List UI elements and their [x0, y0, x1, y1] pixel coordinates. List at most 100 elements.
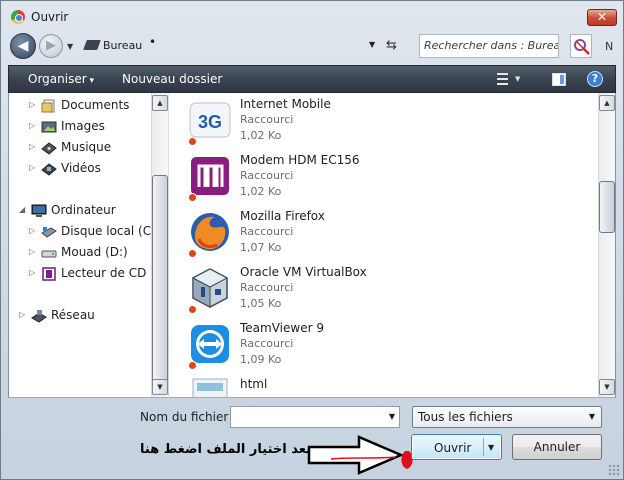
file-item-virtualbox[interactable]: Oracle VM VirtualBox Raccourci 1,05 Ko: [169, 261, 589, 317]
expand-arrow-icon[interactable]: ▷: [29, 100, 35, 109]
expand-arrow-icon[interactable]: ▷: [29, 142, 35, 151]
file-size: 1,02 Ko: [240, 185, 282, 198]
navigation-pane: ▷ Documents ▷ Images ▷ Musique ▷ Vidéos …: [8, 93, 168, 398]
scroll-thumb[interactable]: [599, 181, 615, 233]
3g-badge-text: 3G: [198, 112, 222, 132]
nav-item-label: Ordinateur: [51, 203, 116, 217]
scroll-thumb[interactable]: [152, 175, 168, 385]
filename-dropdown-icon[interactable]: ▼: [389, 412, 395, 421]
back-button[interactable]: ◀: [10, 33, 36, 59]
expand-arrow-icon[interactable]: ▷: [29, 247, 35, 256]
back-arrow-icon: ◀: [17, 38, 29, 54]
expand-arrow-icon[interactable]: ▷: [29, 121, 35, 130]
scroll-down-arrow-icon[interactable]: ▼: [599, 379, 615, 395]
shortcut-arrow-icon: [188, 193, 197, 202]
expand-arrow-icon[interactable]: ▷: [29, 268, 35, 277]
navigation-scrollbar[interactable]: ▲ ▼: [151, 93, 168, 397]
file-item-teamviewer[interactable]: TeamViewer 9 Raccourci 1,09 Ko: [169, 317, 589, 373]
network-icon: [31, 309, 47, 323]
scroll-up-arrow-icon[interactable]: ▲: [599, 95, 615, 111]
nav-item-label: Réseau: [51, 308, 95, 322]
search-overflow-text: N: [605, 40, 614, 53]
address-separator[interactable]: •: [149, 35, 156, 49]
scroll-down-arrow-icon[interactable]: ▼: [152, 379, 168, 395]
cancel-button[interactable]: Annuler: [512, 434, 602, 460]
file-type: Raccourci: [240, 113, 294, 126]
shortcut-arrow-icon: [188, 137, 197, 146]
command-bar: Organiser Nouveau dossier ▼ ?: [8, 65, 616, 93]
scroll-up-arrow-icon[interactable]: ▲: [152, 95, 168, 111]
address-location[interactable]: Bureau: [103, 39, 142, 52]
nav-item-label: Disque local (C:): [61, 224, 160, 238]
3g-icon: 3G: [187, 97, 233, 143]
file-item-firefox[interactable]: Mozilla Firefox Raccourci 1,07 Ko: [169, 205, 589, 261]
help-icon[interactable]: ?: [587, 71, 603, 87]
file-name: Modem HDM EC156: [240, 153, 360, 167]
desktop-folder-icon: [83, 40, 101, 50]
html-icon: [187, 377, 233, 397]
documents-icon: [41, 99, 57, 113]
images-icon: [41, 120, 57, 134]
disk-icon: [41, 246, 57, 260]
collapse-arrow-icon[interactable]: ◢: [19, 205, 25, 214]
file-list-pane: 3G Internet Mobile Raccourci 1,02 Ko Mod…: [169, 93, 616, 398]
shortcut-arrow-icon: [188, 249, 197, 258]
file-type: Raccourci: [240, 225, 294, 238]
teamviewer-icon: [187, 321, 233, 367]
chrome-icon: [11, 10, 25, 24]
music-icon: [41, 141, 57, 155]
resize-grip-icon[interactable]: [608, 464, 620, 476]
nav-item-label: Musique: [61, 140, 112, 154]
expand-arrow-icon[interactable]: ▷: [29, 226, 35, 235]
window-title: Ouvrir: [31, 10, 69, 24]
title-bar: Ouvrir ✕: [1, 1, 623, 31]
file-list-scrollbar[interactable]: ▲ ▼: [598, 93, 615, 397]
close-button[interactable]: ✕: [587, 9, 617, 26]
file-item-internet-mobile[interactable]: 3G Internet Mobile Raccourci 1,02 Ko: [169, 93, 589, 149]
address-dropdown-icon[interactable]: ▼: [369, 40, 375, 49]
address-bar[interactable]: Bureau • ▼ ⇆: [81, 35, 408, 57]
file-type: Raccourci: [240, 169, 294, 182]
virtualbox-icon: [187, 265, 233, 311]
expand-arrow-icon[interactable]: ▷: [29, 163, 35, 172]
open-button-divider: [483, 438, 484, 456]
nav-item-label: Images: [61, 119, 105, 133]
filetype-value: Tous les fichiers: [418, 410, 513, 424]
open-file-dialog: Ouvrir ✕ ◀ ▶ ▼ Bureau • ▼ ⇆ Rechercher d…: [0, 0, 624, 480]
nav-item-label: Documents: [61, 98, 130, 112]
preview-pane-icon[interactable]: [552, 73, 566, 86]
file-item-html[interactable]: html: [169, 373, 589, 397]
file-type: Raccourci: [240, 337, 294, 350]
filename-label: Nom du fichier :: [140, 410, 237, 424]
filetype-dropdown-icon: ▼: [588, 412, 595, 421]
forward-arrow-icon: ▶: [46, 38, 56, 53]
nav-item-label: Vidéos: [61, 161, 101, 175]
shortcut-arrow-icon: [188, 361, 197, 370]
search-icon[interactable]: [570, 34, 592, 58]
search-input[interactable]: Rechercher dans : Bureau: [419, 34, 559, 58]
file-size: 1,09 Ko: [240, 353, 282, 366]
view-options-icon[interactable]: [497, 73, 513, 86]
filename-input[interactable]: ▼: [230, 406, 400, 428]
forward-button[interactable]: ▶: [39, 34, 63, 58]
file-item-modem[interactable]: Modem HDM EC156 Raccourci 1,02 Ko: [169, 149, 589, 205]
videos-icon: [41, 162, 57, 176]
organise-button[interactable]: Organiser: [28, 72, 94, 86]
file-size: 1,02 Ko: [240, 129, 282, 142]
new-folder-button[interactable]: Nouveau dossier: [122, 72, 222, 86]
expand-arrow-icon[interactable]: ▷: [19, 310, 25, 319]
view-dropdown-icon[interactable]: ▼: [515, 75, 520, 83]
file-type: Raccourci: [240, 281, 294, 294]
history-dropdown-icon[interactable]: ▼: [67, 42, 73, 51]
file-name: Internet Mobile: [240, 97, 331, 111]
open-dropdown-icon[interactable]: ▼: [488, 443, 494, 452]
local-disk-icon: [41, 225, 57, 239]
file-name: Oracle VM VirtualBox: [240, 265, 367, 279]
file-name: html: [240, 377, 268, 391]
open-button-label: Ouvrir: [434, 441, 472, 455]
file-name: TeamViewer 9: [240, 321, 324, 335]
open-button[interactable]: Ouvrir ▼: [411, 434, 502, 460]
computer-icon: [31, 204, 47, 218]
filetype-select[interactable]: Tous les fichiers ▼: [412, 406, 602, 428]
refresh-icon[interactable]: ⇆: [386, 38, 397, 53]
